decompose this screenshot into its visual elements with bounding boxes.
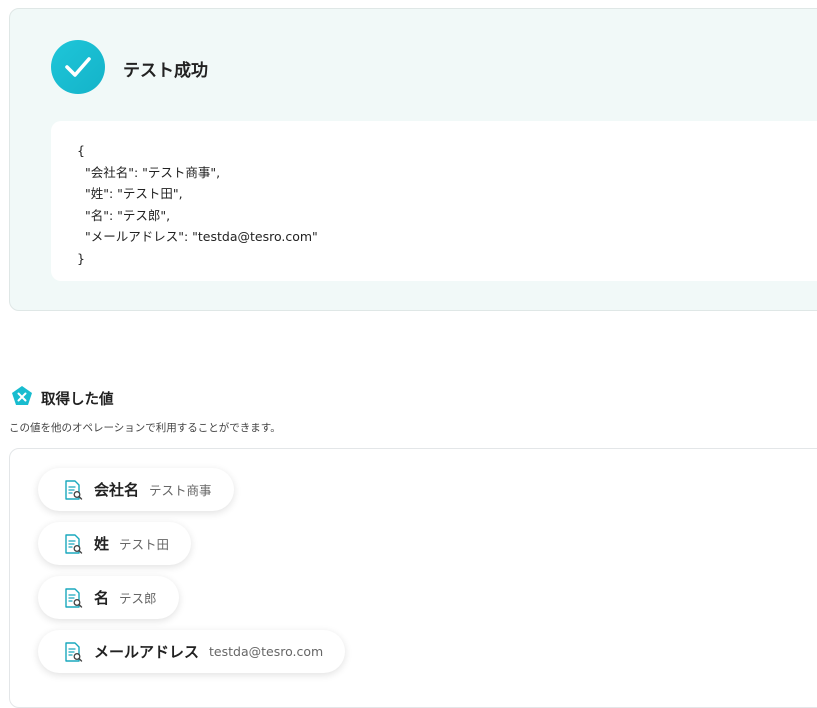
yoom-logo-icon: [11, 385, 33, 411]
value-chip-label: 姓: [94, 535, 110, 553]
json-output-text: { "会社名": "テスト商事", "姓": "テスト田", "名": "テス郎…: [77, 140, 318, 269]
value-chip-label: 名: [94, 589, 110, 607]
json-line: {: [77, 143, 85, 158]
test-success-title: テスト成功: [123, 61, 208, 81]
json-line: "会社名": "テスト商事",: [77, 164, 221, 180]
json-line: "メールアドレス": "testda@tesro.com": [77, 229, 318, 244]
json-output-box: { "会社名": "テスト商事", "姓": "テスト田", "名": "テス郎…: [51, 121, 817, 281]
document-search-icon: [62, 533, 84, 555]
value-chip-email[interactable]: メールアドレス testda@tesro.com: [38, 630, 346, 673]
value-chip-company[interactable]: 会社名 テスト商事: [38, 468, 234, 511]
value-chip-last-name[interactable]: 姓 テスト田: [38, 522, 192, 565]
document-search-icon: [62, 641, 84, 663]
json-line: }: [77, 250, 85, 266]
acquired-values-header: 取得した値: [11, 385, 114, 411]
value-chip-value: テスト田: [119, 537, 170, 552]
document-search-icon: [62, 479, 84, 501]
value-chip-value: テス郎: [119, 591, 157, 606]
acquired-values-panel: 会社名 テスト商事 姓 テスト田 名 テス郎 メールアドレス testda@te…: [9, 448, 817, 708]
value-chip-label: 会社名: [94, 481, 140, 499]
acquired-values-title: 取得した値: [41, 391, 114, 408]
json-line: "名": "テス郎",: [77, 207, 171, 223]
check-icon: [51, 40, 105, 94]
value-chip-label: メールアドレス: [94, 643, 200, 661]
json-line: "姓": "テスト田",: [77, 186, 183, 201]
value-chip-value: テスト商事: [149, 483, 212, 498]
test-success-panel: テスト成功 { "会社名": "テスト商事", "姓": "テスト田", "名"…: [9, 8, 817, 311]
value-chip-value: testda@tesro.com: [209, 644, 324, 659]
acquired-values-description: この値を他のオペレーションで利用することができます。: [9, 422, 281, 434]
value-chip-first-name[interactable]: 名 テス郎: [38, 576, 179, 619]
document-search-icon: [62, 587, 84, 609]
